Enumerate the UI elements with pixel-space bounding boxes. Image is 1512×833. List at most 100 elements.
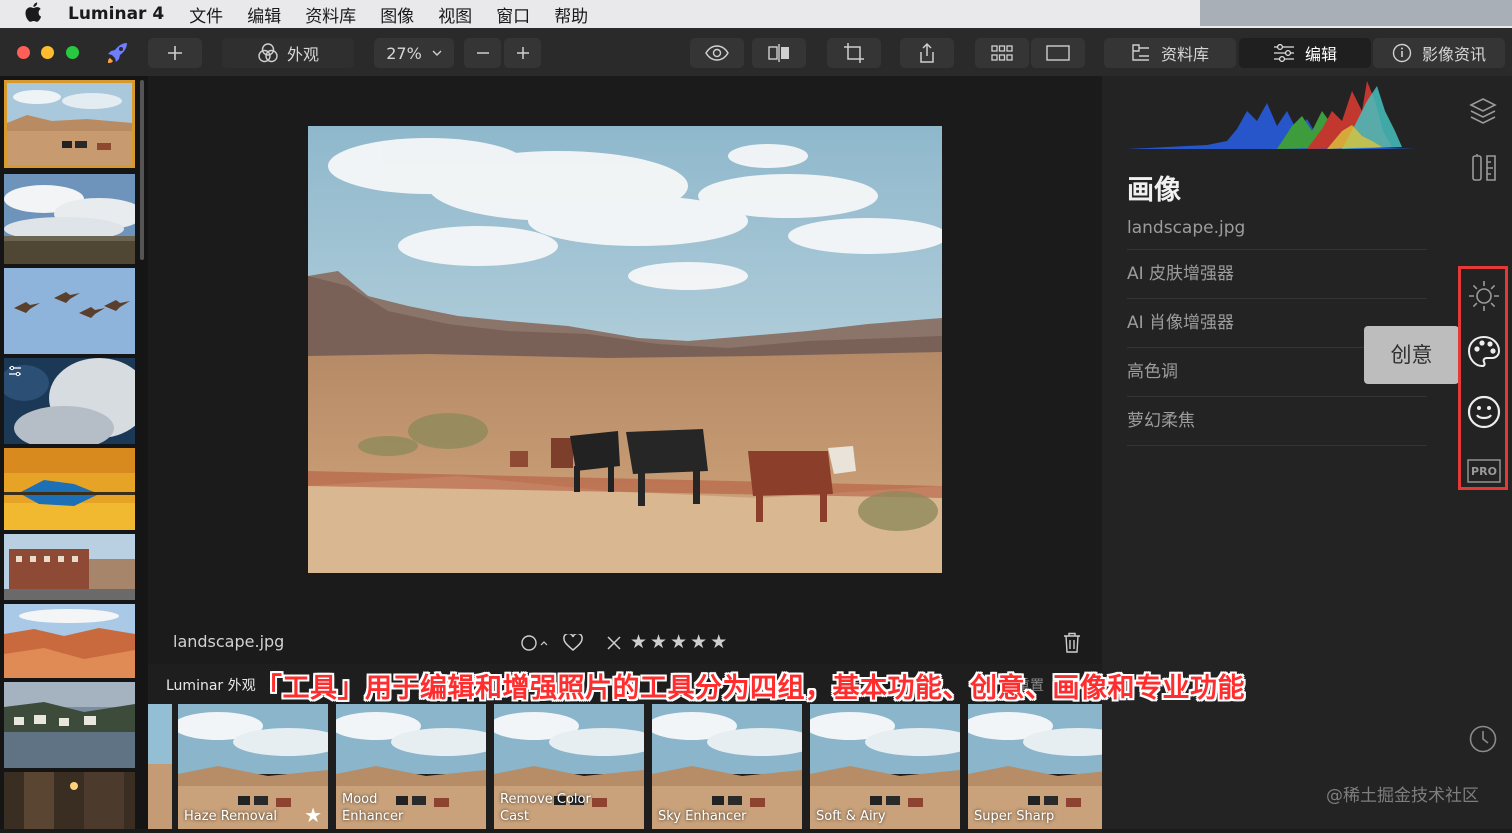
zoom-in-button[interactable] [504, 38, 541, 68]
single-view-button[interactable] [1031, 38, 1085, 68]
looks-button[interactable]: 外观 [222, 38, 354, 68]
menu-bar: Luminar 4 文件 编辑 资料库 图像 视图 窗口 帮助 [0, 0, 1512, 28]
zoom-out-button[interactable] [464, 38, 501, 68]
single-image-icon [1046, 45, 1070, 61]
layers-icon[interactable] [1468, 96, 1498, 130]
tab-library[interactable]: 资料库 [1104, 38, 1236, 68]
rocket-icon[interactable] [105, 40, 131, 70]
reject-x-icon[interactable] [606, 635, 622, 655]
zoom-dropdown[interactable]: 27% [374, 38, 454, 68]
crop-icon [844, 43, 864, 63]
looks-label: 外观 [286, 45, 319, 64]
look-thumbnail[interactable]: Haze Removal ★ [178, 704, 328, 829]
info-icon [1392, 43, 1412, 63]
grid-icon [991, 45, 1013, 61]
histogram [1127, 81, 1417, 149]
star-icon[interactable]: ★ [630, 631, 647, 653]
preview-button[interactable] [690, 38, 744, 68]
look-thumbnail[interactable]: Super Sharp [968, 704, 1118, 829]
menu-image[interactable]: 图像 [380, 2, 414, 27]
filmstrip-thumb[interactable] [4, 604, 135, 678]
adjusted-badge-icon [8, 362, 22, 381]
tab-edit-label: 编辑 [1304, 45, 1337, 64]
look-thumbnail[interactable]: Sky Enhancer [652, 704, 802, 829]
crop-button[interactable] [827, 38, 881, 68]
star-rating[interactable]: ★ ★ ★ ★ ★ [630, 631, 727, 653]
window-zoom-button[interactable] [66, 46, 79, 59]
star-icon[interactable]: ★ [690, 631, 707, 653]
tab-edit[interactable]: 编辑 [1239, 38, 1371, 68]
menu-file[interactable]: 文件 [189, 2, 223, 27]
tab-image-info[interactable]: 影像资讯 [1373, 38, 1505, 68]
gallery-view-button[interactable] [975, 38, 1029, 68]
looks-icon [258, 43, 278, 63]
filmstrip-thumb[interactable] [4, 80, 135, 168]
category-tooltip: 创意 [1364, 326, 1459, 384]
menu-app-name[interactable]: Luminar 4 [68, 4, 164, 24]
star-icon[interactable]: ★ [710, 631, 727, 653]
menu-help[interactable]: 帮助 [554, 2, 588, 27]
plus-icon [168, 46, 182, 60]
compare-button[interactable] [752, 38, 806, 68]
tab-library-label: 资料库 [1160, 45, 1209, 64]
panel-title: 画像 [1127, 175, 1181, 206]
favorite-star-icon[interactable]: ★ [304, 803, 322, 827]
filmstrip-thumb[interactable] [0, 358, 149, 450]
favorite-heart-icon[interactable] [563, 632, 583, 656]
looks-category-label[interactable]: Luminar 外观 [166, 675, 256, 695]
watermark: @稀土掘金技术社区 [1326, 786, 1479, 806]
menu-library[interactable]: 资料库 [305, 2, 356, 27]
filmstrip-thumb[interactable] [4, 682, 135, 768]
toolbar: 外观 27% 资料库 编辑 影像资讯 [0, 28, 1512, 76]
creative-palette-icon[interactable] [1466, 334, 1502, 374]
eye-icon [705, 45, 729, 61]
tab-image-info-label: 影像资讯 [1421, 45, 1486, 64]
look-label: Haze Removal [184, 809, 278, 824]
look-label: Sky Enhancer [658, 809, 747, 824]
pro-icon[interactable]: PRO [1467, 459, 1501, 487]
minus-icon [476, 52, 489, 54]
image-info-bar: landscape.jpg ★ ★ ★ ★ ★ [148, 620, 1102, 664]
filmstrip-thumb[interactable] [4, 268, 135, 354]
menu-edit[interactable]: 编辑 [247, 2, 281, 27]
filmstrip-thumb[interactable] [4, 772, 135, 829]
tool-orton-effect[interactable]: 萝幻柔焦 [1127, 397, 1427, 446]
look-thumbnail[interactable]: Mood Enhancer [336, 704, 486, 829]
portrait-face-icon[interactable] [1466, 394, 1502, 434]
menu-view[interactable]: 视图 [438, 2, 472, 27]
menu-window[interactable]: 窗口 [496, 2, 530, 27]
look-label: Super Sharp [974, 809, 1055, 824]
star-icon[interactable]: ★ [650, 631, 667, 653]
apple-logo-icon[interactable] [24, 2, 46, 27]
look-thumbnail[interactable]: Soft & Airy [810, 704, 960, 829]
look-thumbnail[interactable]: Remove Color Cast [494, 704, 644, 829]
canvas-tools-icon[interactable] [1470, 152, 1498, 188]
menubar-status-area [1200, 0, 1512, 26]
tool-ai-skin-enhancer[interactable]: AI 皮肤增强器 [1127, 250, 1427, 299]
circle-flag-icon [521, 635, 548, 651]
star-icon[interactable]: ★ [670, 631, 687, 653]
chevron-down-icon [432, 50, 442, 56]
main-photo [308, 126, 942, 573]
trash-icon[interactable] [1063, 632, 1081, 658]
filmstrip-thumb[interactable] [4, 174, 144, 264]
filmstrip-thumb[interactable] [4, 534, 135, 600]
share-button[interactable] [900, 38, 954, 68]
filmstrip-scrollbar[interactable] [140, 80, 144, 260]
window-close-button[interactable] [17, 46, 30, 59]
filmstrip [0, 76, 149, 829]
image-canvas[interactable] [148, 76, 1102, 664]
panel-filename: landscape.jpg [1127, 218, 1427, 250]
compare-icon [768, 44, 789, 62]
look-label: Remove Color Cast [500, 792, 591, 824]
tutorial-caption: 「工具」用于编辑和增强照片的工具分为四组，基本功能、创意、画像和专业功能 [255, 673, 1245, 704]
flag-dropdown[interactable] [520, 633, 554, 657]
window-minimize-button[interactable] [41, 46, 54, 59]
look-thumb-partial[interactable] [148, 704, 172, 829]
filmstrip-thumb[interactable] [4, 448, 135, 530]
sliders-icon [1273, 44, 1294, 62]
look-label: Mood Enhancer [342, 792, 404, 824]
add-photos-button[interactable] [148, 38, 202, 68]
essentials-sun-icon[interactable] [1468, 280, 1500, 316]
history-clock-icon[interactable] [1468, 724, 1498, 758]
